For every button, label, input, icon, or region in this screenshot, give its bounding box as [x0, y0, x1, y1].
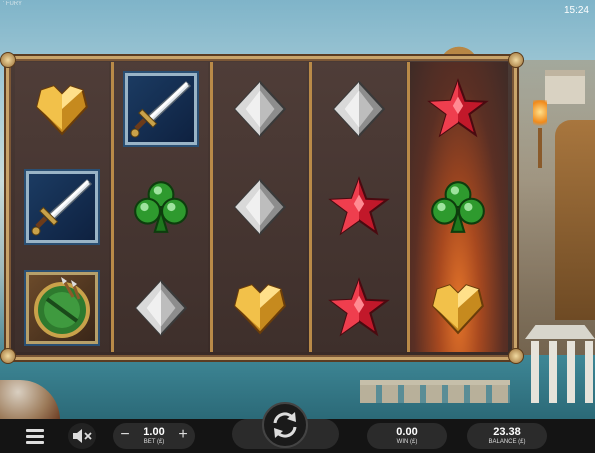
silver-diamond-symbol-icon — [229, 78, 291, 140]
bet-label: BET (£) — [143, 439, 165, 445]
bet-increase-button[interactable]: + — [175, 425, 191, 445]
win-label: WIN (£) — [396, 439, 418, 445]
silver-diamond-symbol-icon — [229, 176, 291, 238]
red-star-symbol-icon — [328, 176, 390, 238]
frame-corner-icon — [508, 348, 524, 364]
balance-label: BALANCE (£) — [488, 439, 526, 445]
frame-corner-icon — [508, 52, 524, 68]
aqueduct-bridge — [360, 380, 510, 403]
bet-control: − 1.00 BET (£) + — [113, 423, 195, 449]
sword-symbol-icon — [26, 171, 98, 243]
acropolis-temple — [545, 70, 585, 104]
shield-symbol-icon — [26, 272, 98, 344]
gold-heart-symbol-icon — [427, 277, 489, 339]
balance-value: 23.38 — [493, 426, 521, 438]
game-title: ' FURY — [3, 1, 23, 7]
spin-arrows-icon — [273, 412, 297, 438]
bet-display: 1.00 BET (£) — [133, 423, 175, 449]
torch-handle — [538, 128, 542, 168]
bet-decrease-button[interactable]: − — [117, 425, 133, 445]
sound-button[interactable] — [68, 423, 96, 449]
hamburger-icon — [26, 429, 44, 444]
reel-divider — [309, 62, 312, 352]
spin-button[interactable] — [262, 402, 308, 448]
win-value: 0.00 — [396, 426, 418, 438]
frame-corner-icon — [0, 52, 16, 68]
green-club-symbol-icon — [427, 176, 489, 238]
green-club-symbol-icon — [130, 176, 192, 238]
speaker-muted-icon — [73, 429, 92, 443]
reel-divider — [111, 62, 114, 352]
frame-corner-icon — [0, 348, 16, 364]
win-display: 0.00 WIN (£) — [367, 423, 447, 449]
golden-statue — [555, 120, 595, 320]
gold-heart-symbol-icon — [31, 78, 93, 140]
clock: 15:24 — [563, 5, 589, 16]
reel-divider — [407, 62, 410, 352]
sword-symbol-icon — [125, 73, 197, 145]
reel-divider — [210, 62, 213, 352]
gold-heart-symbol-icon — [229, 277, 291, 339]
red-star-symbol-icon — [328, 277, 390, 339]
torch-flame-icon — [533, 100, 547, 130]
bet-value: 1.00 — [143, 426, 165, 438]
silver-diamond-symbol-icon — [328, 78, 390, 140]
red-star-symbol-icon — [427, 78, 489, 140]
column-temple — [525, 325, 595, 405]
menu-button[interactable] — [22, 425, 48, 447]
silver-diamond-symbol-icon — [130, 277, 192, 339]
balance-display: 23.38 BALANCE (£) — [467, 423, 547, 449]
